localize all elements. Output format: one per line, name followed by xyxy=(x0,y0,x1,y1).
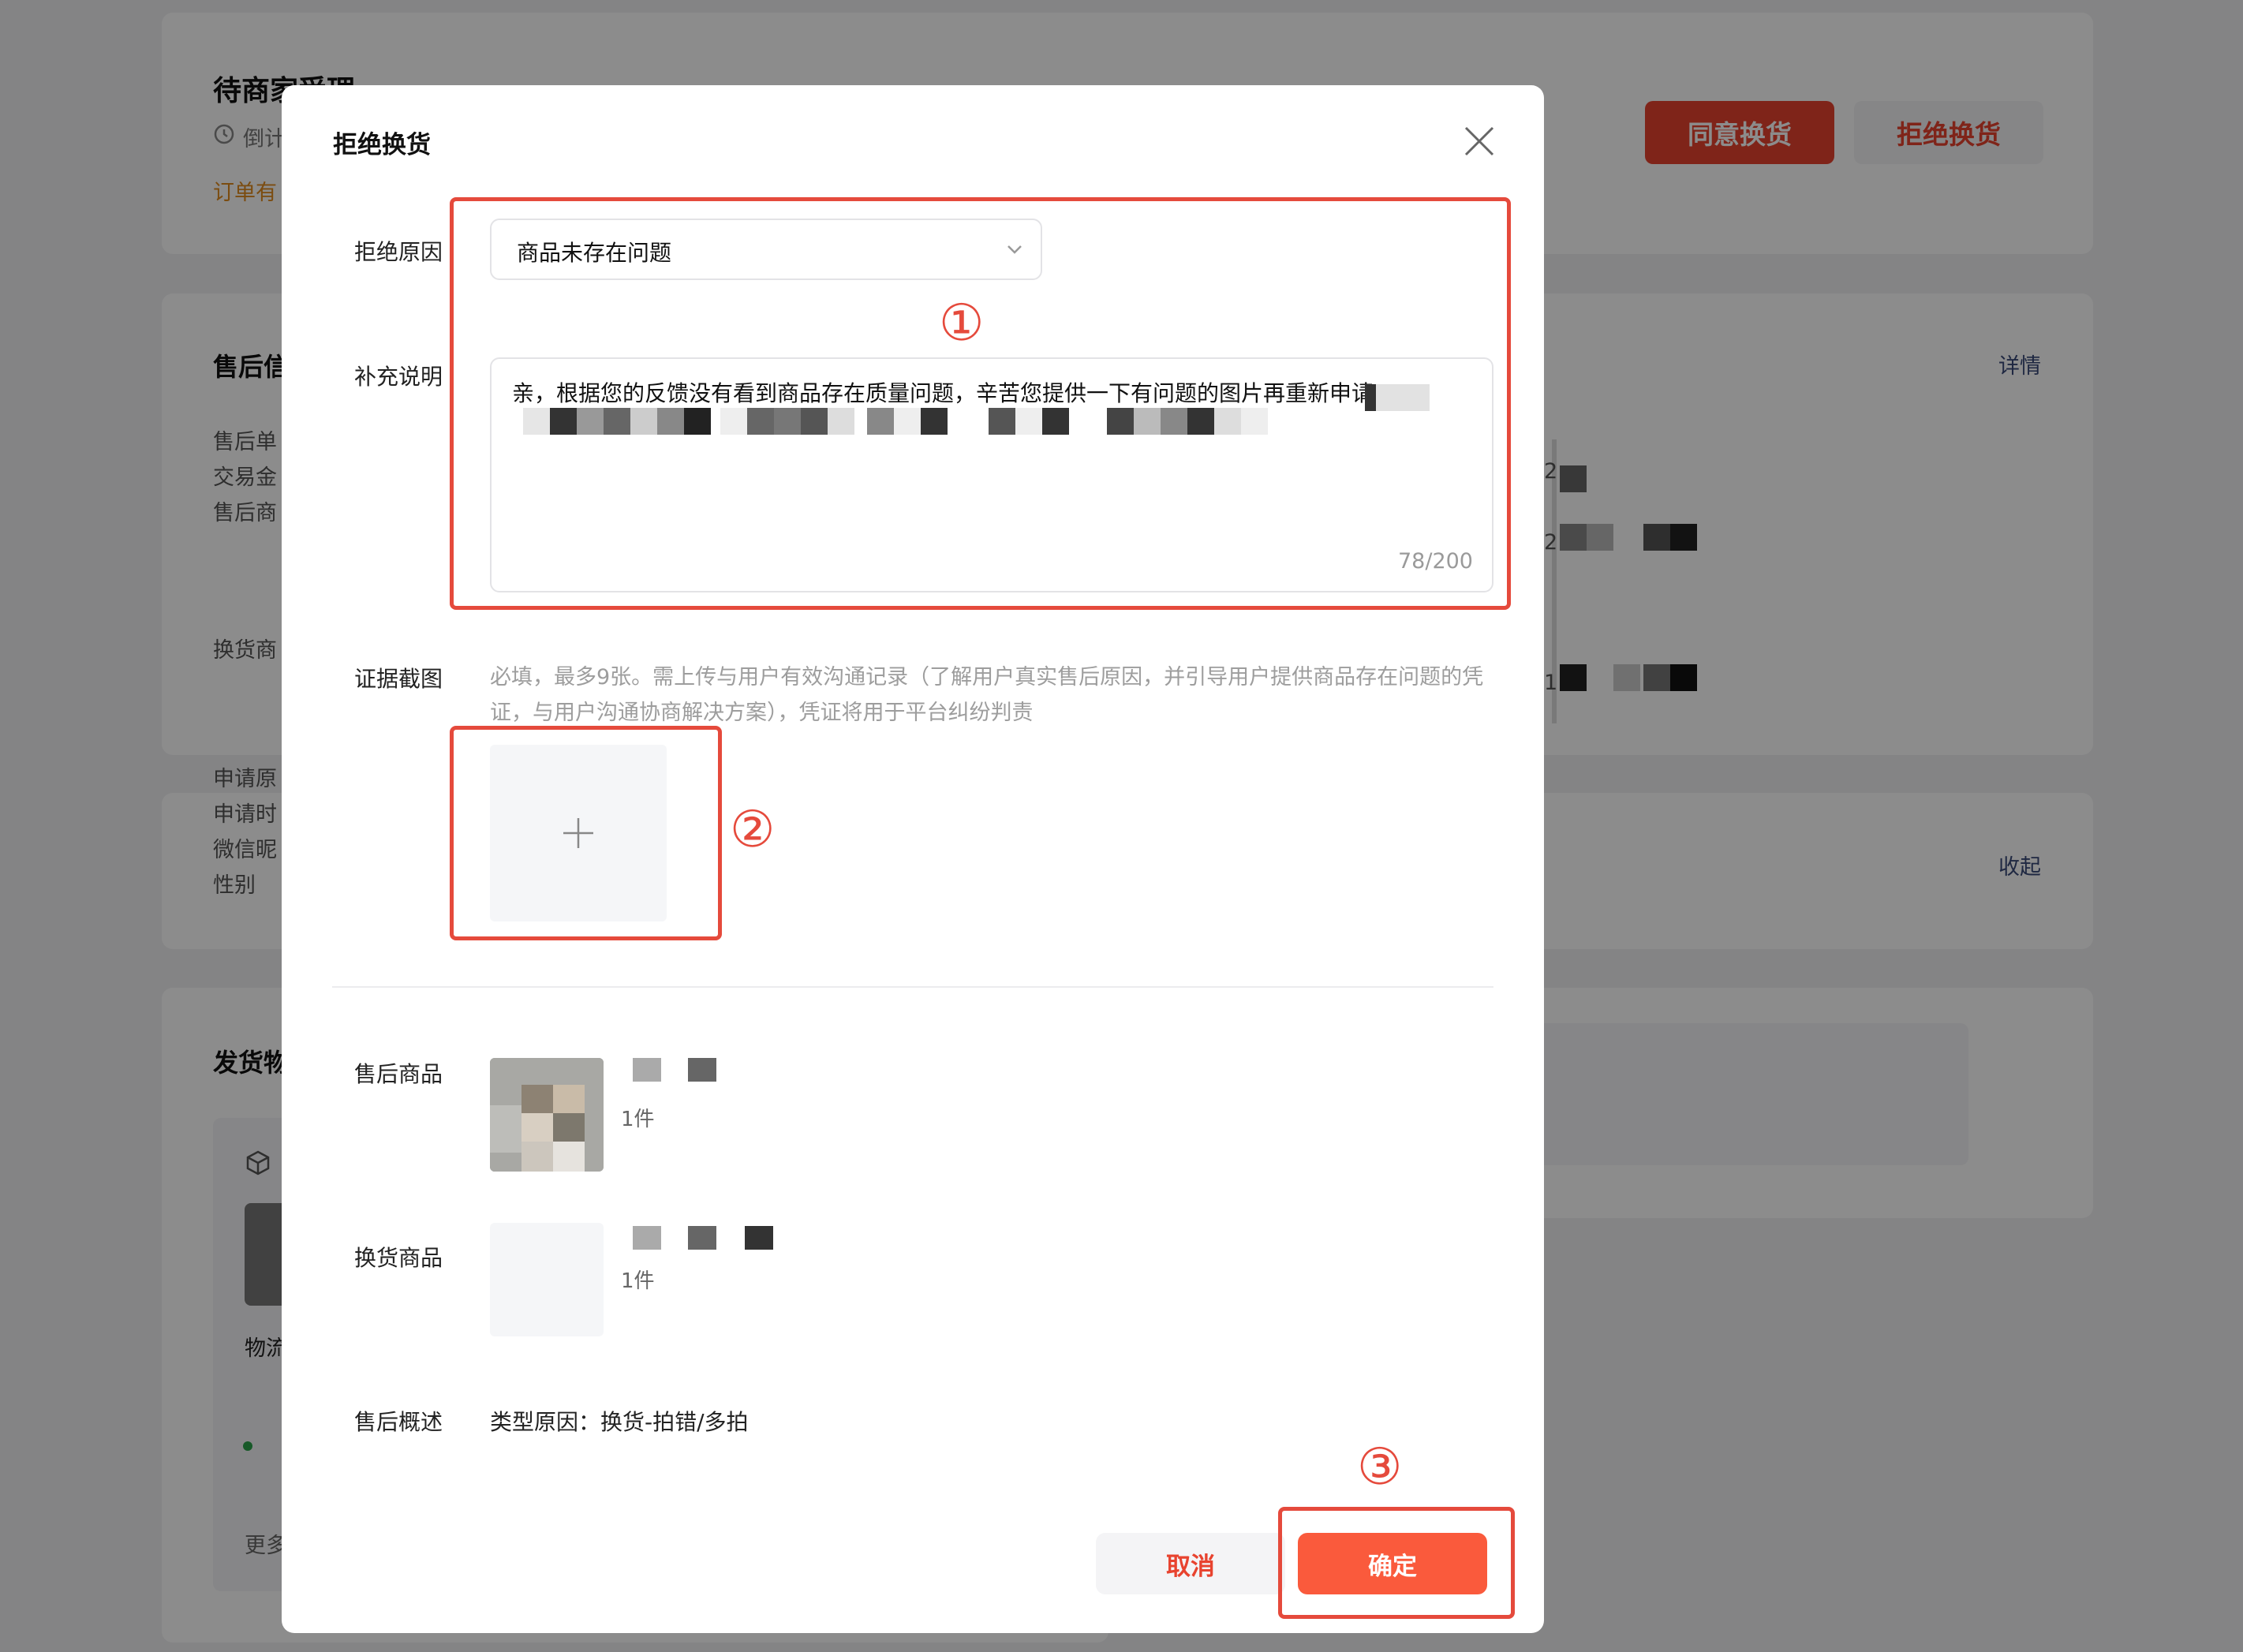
note-label: 补充说明 xyxy=(354,364,443,390)
evidence-label: 证据截图 xyxy=(354,666,443,692)
annotation-number-2: ② xyxy=(730,801,776,859)
reason-label: 拒绝原因 xyxy=(354,239,443,265)
annotation-number-3: ③ xyxy=(1357,1438,1403,1497)
redacted-block xyxy=(688,1058,716,1082)
annotation-number-1: ① xyxy=(939,294,985,353)
mosaic-block xyxy=(521,1142,553,1172)
annotation-box-3 xyxy=(1278,1507,1515,1619)
mosaic-block xyxy=(490,1105,521,1153)
annotation-box-1 xyxy=(450,197,1511,610)
summary-label: 售后概述 xyxy=(354,1409,443,1435)
annotation-box-2 xyxy=(450,726,722,940)
redacted-block xyxy=(633,1226,661,1250)
exchange-goods-label: 换货商品 xyxy=(354,1245,443,1271)
mosaic-block xyxy=(521,1085,553,1113)
redacted-block xyxy=(745,1226,773,1250)
aftersale-goods-image xyxy=(490,1058,604,1172)
cancel-button[interactable]: 取消 xyxy=(1096,1533,1285,1594)
dialog-title: 拒绝换货 xyxy=(333,131,431,159)
mosaic-block xyxy=(521,1113,553,1142)
aftersale-goods-label: 售后商品 xyxy=(354,1061,443,1087)
mosaic-block xyxy=(553,1142,585,1172)
mosaic-block xyxy=(553,1113,585,1142)
aftersale-goods-qty: 1件 xyxy=(621,1108,655,1131)
exchange-goods-qty: 1件 xyxy=(621,1269,655,1293)
summary-value: 类型原因：换货-拍错/多拍 xyxy=(490,1409,749,1435)
close-icon[interactable] xyxy=(1460,121,1499,161)
redacted-block xyxy=(688,1226,716,1250)
section-divider xyxy=(332,986,1493,988)
redacted-block xyxy=(633,1058,661,1082)
evidence-hint: 必填，最多9张。需上传与用户有效沟通记录（了解用户真实售后原因，并引导用户提供商… xyxy=(490,665,1484,725)
exchange-goods-image xyxy=(490,1223,604,1336)
mosaic-block xyxy=(553,1085,585,1113)
